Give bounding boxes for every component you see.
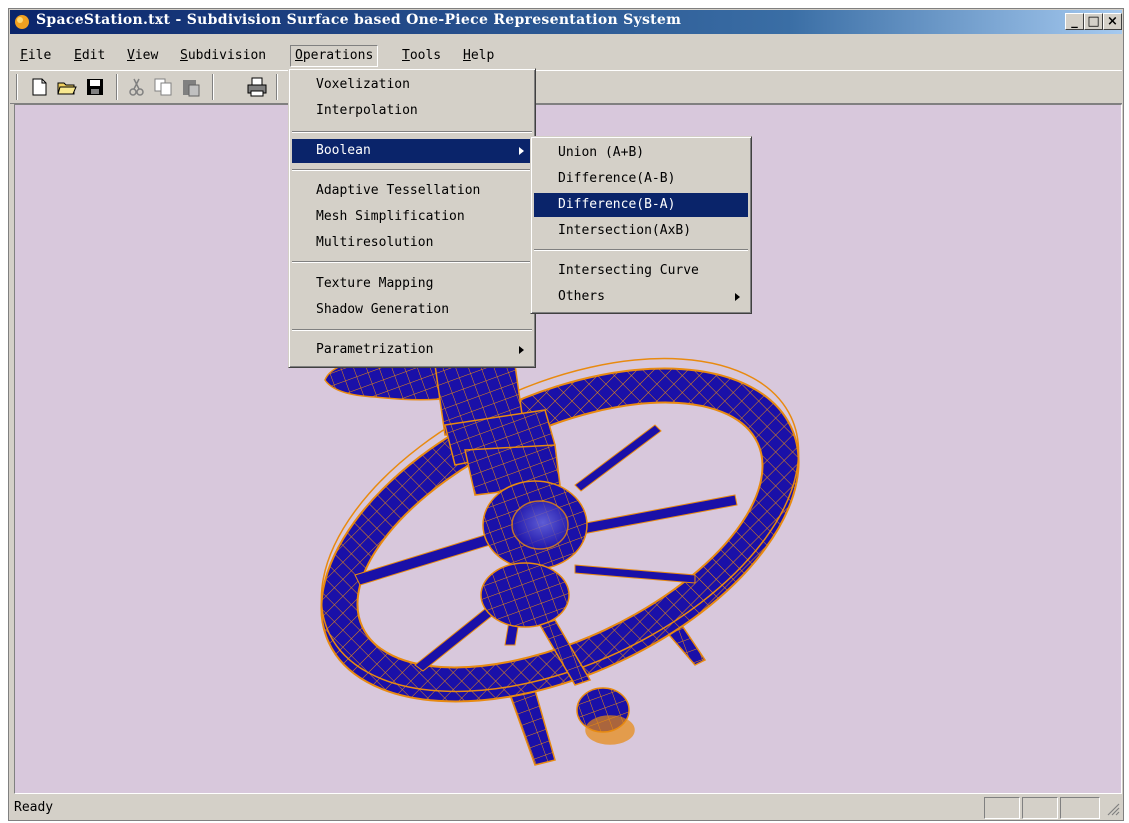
print-icon[interactable] xyxy=(246,76,268,98)
close-button[interactable]: × xyxy=(1103,13,1122,30)
menu-separator xyxy=(292,131,532,133)
menu-item-intersecting-curve[interactable]: Intersecting Curve xyxy=(534,259,748,283)
status-panel xyxy=(984,797,1020,819)
menu-subdivision[interactable]: Subdivision xyxy=(176,46,270,66)
menu-separator xyxy=(292,261,532,263)
menu-separator xyxy=(292,329,532,331)
menu-item-adaptive-tessellation[interactable]: Adaptive Tessellation xyxy=(292,179,532,203)
resize-grip-icon[interactable] xyxy=(1104,800,1120,816)
menu-tools[interactable]: Tools xyxy=(398,46,445,66)
menu-item-interpolation[interactable]: Interpolation xyxy=(292,99,532,123)
toolbar-separator xyxy=(212,74,214,100)
save-icon[interactable] xyxy=(84,76,106,98)
menu-edit[interactable]: Edit xyxy=(70,46,109,66)
menu-item-others[interactable]: Others xyxy=(534,285,748,309)
menu-item-parametrization-label: Parametrization xyxy=(316,342,434,357)
menu-item-voxelization[interactable]: Voxelization xyxy=(292,73,532,97)
menu-separator xyxy=(534,249,748,251)
open-folder-icon[interactable] xyxy=(56,76,78,98)
maximize-button[interactable]: □ xyxy=(1084,13,1103,30)
status-bar xyxy=(10,796,1122,820)
menu-item-difference-a-b[interactable]: Difference(A-B) xyxy=(534,167,748,191)
operations-dropdown: Voxelization Interpolation Boolean Adapt… xyxy=(288,68,536,368)
menu-file[interactable]: File xyxy=(16,46,55,66)
menu-item-difference-b-a[interactable]: Difference(B-A) xyxy=(534,193,748,217)
toolbar xyxy=(10,70,1122,104)
menu-item-shadow-generation[interactable]: Shadow Generation xyxy=(292,298,532,322)
new-file-icon[interactable] xyxy=(28,76,50,98)
window-title: SpaceStation.txt - Subdivision Surface b… xyxy=(36,12,682,28)
copy-icon[interactable] xyxy=(152,76,174,98)
menu-operations[interactable]: Operations xyxy=(290,45,379,67)
paste-icon[interactable] xyxy=(180,76,202,98)
menu-item-multiresolution[interactable]: Multiresolution xyxy=(292,231,532,255)
menu-item-union[interactable]: Union (A+B) xyxy=(534,141,748,165)
menu-file-rest: ile xyxy=(27,48,52,63)
toolbar-separator xyxy=(116,74,118,100)
submenu-arrow-icon xyxy=(519,346,524,354)
status-text: Ready xyxy=(14,800,54,815)
menu-separator xyxy=(292,169,532,171)
status-panel xyxy=(1022,797,1058,819)
menu-item-boolean[interactable]: Boolean xyxy=(292,139,532,163)
menu-view[interactable]: View xyxy=(123,46,162,66)
app-icon[interactable] xyxy=(14,14,30,30)
minimize-button[interactable]: _ xyxy=(1065,13,1084,30)
menu-item-texture-mapping[interactable]: Texture Mapping xyxy=(292,272,532,296)
menu-item-parametrization[interactable]: Parametrization xyxy=(292,338,532,362)
cut-icon[interactable] xyxy=(126,76,148,98)
menu-item-boolean-label: Boolean xyxy=(316,143,371,158)
submenu-arrow-icon xyxy=(735,293,740,301)
toolbar-separator xyxy=(276,74,278,100)
menu-help[interactable]: Help xyxy=(459,46,498,66)
menu-item-others-label: Others xyxy=(558,289,605,304)
status-panel xyxy=(1060,797,1100,819)
menu-item-intersection[interactable]: Intersection(AxB) xyxy=(534,219,748,243)
submenu-arrow-icon xyxy=(519,147,524,155)
toolbar-grip xyxy=(16,74,18,100)
boolean-submenu: Union (A+B) Difference(A-B) Difference(B… xyxy=(530,136,752,314)
menu-item-mesh-simplification[interactable]: Mesh Simplification xyxy=(292,205,532,229)
